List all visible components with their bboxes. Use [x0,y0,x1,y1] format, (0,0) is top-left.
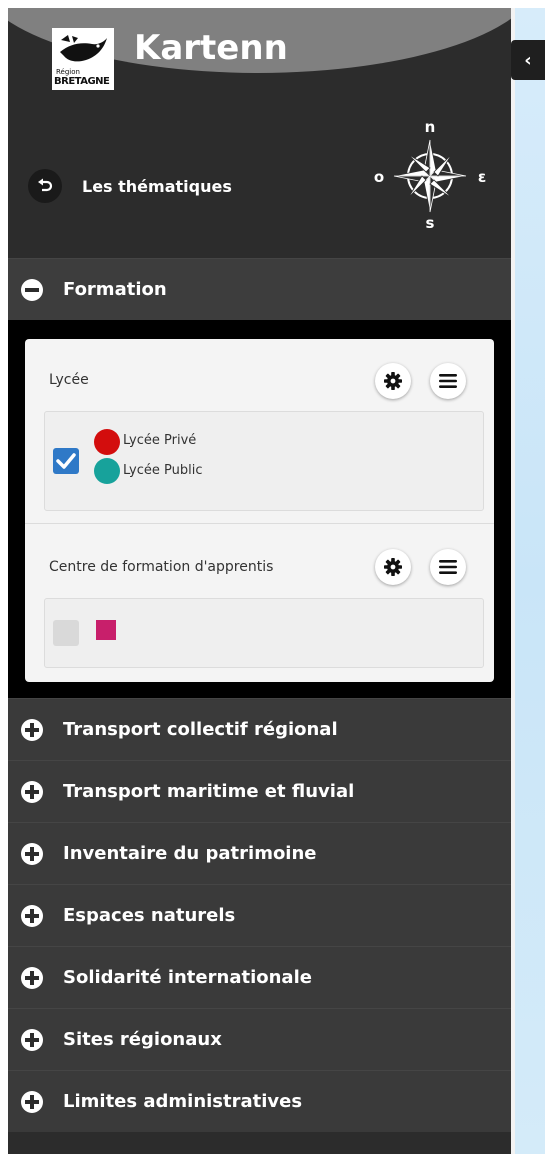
section-inventaire-patrimoine[interactable]: Inventaire du patrimoine [8,822,511,884]
sidebar-header: Région BRETAGNE Kartenn Les thématiques [8,8,538,258]
region-bretagne-logo: Région BRETAGNE [52,28,114,90]
lycee-menu-button[interactable] [430,363,466,399]
logo-region-text: Région [56,68,80,76]
section-solidarite-internationale[interactable]: Solidarité internationale [8,946,511,1008]
logo-brand-text: BRETAGNE [54,76,110,87]
compass-w-label: o [374,168,384,186]
section-label: Sites régionaux [63,1029,222,1050]
gear-icon [384,558,402,576]
section-limites-administratives[interactable]: Limites administratives [8,1070,511,1132]
back-to-themes-label: Les thématiques [82,176,232,196]
section-label: Espaces naturels [63,905,236,926]
cfa-menu-button[interactable] [430,549,466,585]
plus-circle-icon [21,1028,43,1051]
lycee-legend-box: Lycée Privé Lycée Public [44,411,484,511]
section-sites-regionaux[interactable]: Sites régionaux [8,1008,511,1070]
legend-cfa-swatch [96,620,116,640]
plus-circle-icon [21,966,43,989]
section-transport-maritime-fluvial[interactable]: Transport maritime et fluvial [8,760,511,822]
compass-e-label: ε [478,168,486,186]
legend-lycee-prive-label: Lycée Privé [123,433,197,448]
section-label: Inventaire du patrimoine [63,843,317,864]
compass-n-label: n [425,118,436,136]
section-label: Limites administratives [63,1091,303,1112]
layer-title-lycee: Lycée [49,372,89,388]
legend-lycee-public-label: Lycée Public [123,463,203,478]
plus-circle-icon [21,1090,43,1113]
legend-lycee-prive-swatch [94,429,120,455]
chevron-left-icon: ‹ [524,49,532,71]
compass-s-label: s [426,214,435,232]
sidebar-panel: Région BRETAGNE Kartenn Les thématiques [8,8,538,1154]
plus-circle-icon [21,718,43,741]
minus-circle-icon [21,278,43,301]
ermine-bird-icon [60,35,107,62]
section-formation[interactable]: Formation [8,258,511,320]
cfa-settings-button[interactable] [375,549,411,585]
compass-rose-icon: n s ε o [374,118,486,232]
checkmark-icon [56,453,76,469]
plus-circle-icon [21,904,43,927]
plus-circle-icon [21,842,43,865]
gear-icon [384,372,402,390]
plus-circle-icon [21,780,43,803]
section-label: Transport maritime et fluvial [63,781,355,802]
section-label: Transport collectif régional [63,719,338,740]
formation-layers-area: Lycée Lycée Privé Lycée Public Centre de… [8,320,511,698]
hamburger-menu-icon [439,374,457,388]
cfa-legend-box [44,598,484,668]
hamburger-menu-icon [439,560,457,574]
section-transport-collectif-regional[interactable]: Transport collectif régional [8,698,511,760]
section-label: Solidarité internationale [63,967,312,988]
lycee-settings-button[interactable] [375,363,411,399]
undo-arrow-icon [28,169,62,203]
collapse-panel-button[interactable]: ‹ [511,40,545,80]
back-to-themes-button[interactable]: Les thématiques [28,168,232,204]
app-window: Région BRETAGNE Kartenn Les thématiques [8,8,545,1154]
section-formation-label: Formation [63,279,167,300]
map-view[interactable] [511,8,545,1154]
section-espaces-naturels[interactable]: Espaces naturels [8,884,511,946]
cfa-visibility-checkbox[interactable] [53,620,79,646]
layer-divider [25,523,494,524]
app-title: Kartenn [134,28,288,68]
formation-layers-card: Lycée Lycée Privé Lycée Public Centre de… [25,339,494,682]
layer-title-cfa: Centre de formation d'apprentis [49,559,274,575]
legend-lycee-public-swatch [94,458,120,484]
lycee-visibility-checkbox[interactable] [53,448,79,474]
